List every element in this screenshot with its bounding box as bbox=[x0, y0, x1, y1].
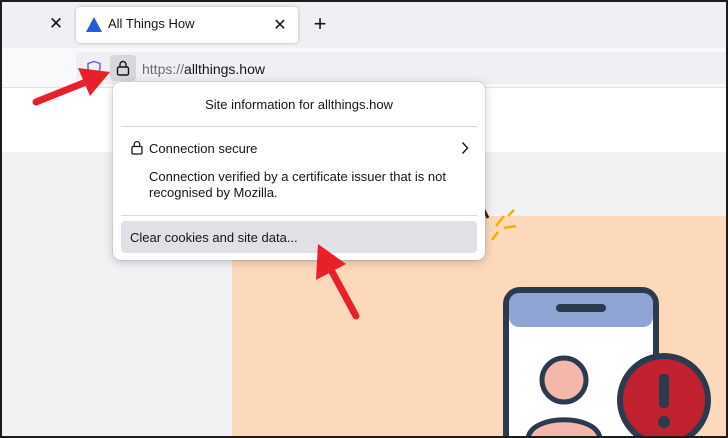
divider bbox=[121, 215, 477, 216]
url-text[interactable]: https://allthings.how bbox=[142, 61, 265, 77]
url-host: allthings.how bbox=[184, 61, 265, 77]
chevron-right-icon bbox=[461, 142, 469, 154]
close-icon[interactable]: ✕ bbox=[270, 15, 290, 35]
lock-icon bbox=[116, 60, 130, 76]
connection-security-row[interactable]: Connection secure bbox=[121, 134, 477, 164]
connection-status-label: Connection secure bbox=[149, 141, 258, 156]
site-favicon-icon bbox=[86, 17, 102, 32]
phone-warning-illustration bbox=[503, 287, 711, 436]
tab-title: All Things How bbox=[108, 16, 195, 31]
clear-cookies-label: Clear cookies and site data... bbox=[130, 230, 298, 245]
clear-cookies-button[interactable]: Clear cookies and site data... bbox=[121, 221, 477, 253]
browser-window: ✕ All Things How ✕ + https://allthings.h… bbox=[0, 0, 728, 438]
divider bbox=[121, 126, 477, 127]
annotation-arrow-icon bbox=[316, 244, 360, 320]
sparkle-decoration-icon bbox=[482, 209, 517, 241]
tab-active[interactable]: All Things How ✕ bbox=[76, 7, 298, 43]
tab-strip: ✕ All Things How ✕ + bbox=[2, 2, 726, 48]
url-scheme: https:// bbox=[142, 61, 185, 77]
annotation-arrow-icon bbox=[32, 68, 110, 106]
panel-title: Site information for allthings.how bbox=[205, 97, 393, 112]
lock-icon bbox=[131, 141, 143, 155]
close-icon[interactable]: ✕ bbox=[46, 14, 66, 34]
url-bar[interactable]: https://allthings.how bbox=[76, 52, 726, 84]
plus-icon[interactable]: + bbox=[308, 11, 332, 36]
site-info-panel: Site information for allthings.how Conne… bbox=[113, 82, 485, 260]
connection-detail-text: Connection verified by a certificate iss… bbox=[149, 169, 446, 200]
